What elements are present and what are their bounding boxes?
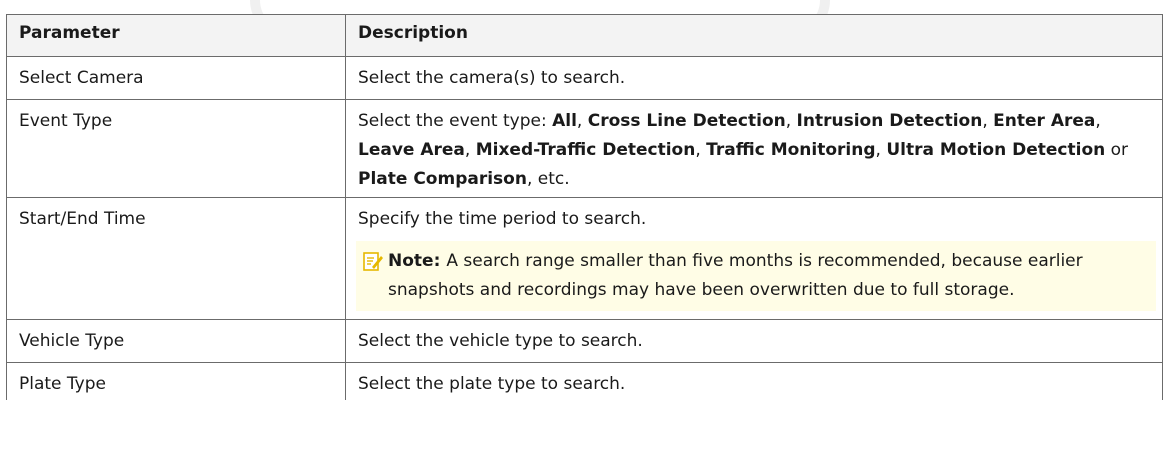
desc-time-text: Specify the time period to search.: [358, 209, 647, 229]
table-row: Vehicle Type Select the vehicle type to …: [6, 319, 1163, 363]
table-header-row: Parameter Description: [6, 14, 1163, 57]
desc-plate-type: Select the plate type to search.: [345, 362, 1163, 400]
table-row: Select Camera Select the camera(s) to se…: [6, 56, 1163, 100]
table-row: Plate Type Select the plate type to sear…: [6, 362, 1163, 400]
desc-event-type: Select the event type: All, Cross Line D…: [345, 99, 1163, 198]
header-description: Description: [345, 14, 1163, 57]
desc-select-camera: Select the camera(s) to search.: [345, 56, 1163, 100]
param-event-type: Event Type: [6, 99, 346, 198]
note-box: Note: A search range smaller than five mo…: [356, 241, 1156, 311]
param-start-end-time: Start/End Time: [6, 197, 346, 320]
table-row: Event Type Select the event type: All, C…: [6, 99, 1163, 198]
parameter-table: Parameter Description Select Camera Sele…: [6, 14, 1163, 400]
note-label: Note:: [388, 251, 441, 271]
param-vehicle-type: Vehicle Type: [6, 319, 346, 363]
note-text: A search range smaller than five months …: [388, 251, 1083, 300]
param-select-camera: Select Camera: [6, 56, 346, 100]
table-row: Start/End Time Specify the time period t…: [6, 197, 1163, 320]
desc-vehicle-type: Select the vehicle type to search.: [345, 319, 1163, 363]
header-parameter: Parameter: [6, 14, 346, 57]
param-plate-type: Plate Type: [6, 362, 346, 400]
desc-start-end-time: Specify the time period to search. Note:…: [345, 197, 1163, 320]
note-pencil-icon: [362, 247, 388, 305]
